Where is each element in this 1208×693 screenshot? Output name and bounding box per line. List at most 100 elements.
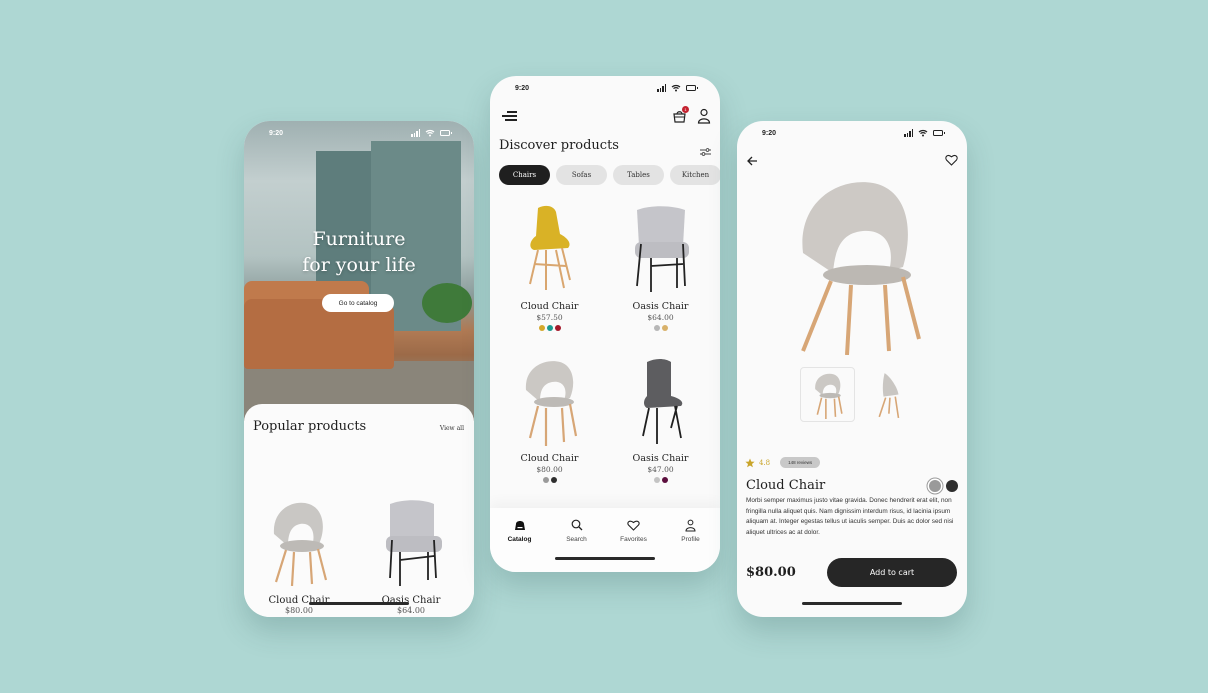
home-indicator [309,602,409,605]
profile-icon[interactable] [697,108,711,124]
thumbnail-gallery [800,367,918,422]
chip-tables[interactable]: Tables [613,165,664,185]
product-name: Oasis Chair [632,301,689,312]
hero-title: Furniture for your life [244,226,474,278]
product-price: $80.00 [536,465,563,474]
rating: 4.8 148 reviews [745,457,821,468]
product-card[interactable]: Cloud Chair $80.00 [244,494,354,615]
tab-label: Profile [681,536,700,543]
product-card[interactable]: Oasis Chair $64.00 [603,204,718,331]
category-chips: Chairs Sofas Tables Kitchen [499,165,720,185]
back-arrow-icon[interactable] [746,154,758,166]
hero-title-line1: Furniture [312,228,406,250]
signal-icon [657,84,666,92]
home-screen: 9:20 Furniture for your life Go to catal… [244,121,474,617]
signal-icon [411,129,420,137]
product-name: Cloud Chair [520,453,579,464]
color-option-dark[interactable] [946,480,958,492]
color-options [929,480,958,492]
menu-icon[interactable] [502,110,517,122]
add-to-cart-button[interactable]: Add to cart [827,558,957,587]
color-swatch[interactable] [653,477,660,483]
section-title: Popular products [253,419,367,434]
go-to-catalog-button[interactable]: Go to catalog [322,294,394,312]
view-all-link[interactable]: View all [440,425,464,432]
color-swatches [603,325,718,331]
product-main-image [801,182,921,355]
reviews-badge[interactable]: 148 reviews [780,457,821,468]
product-price: $57.50 [536,313,563,322]
catalog-screen: 9:20 1 Discover products Chairs Sofas Ta… [490,76,720,572]
battery-icon [686,85,698,91]
color-option-grey[interactable] [929,480,941,492]
chip-sofas[interactable]: Sofas [556,165,607,185]
product-card[interactable]: Cloud Chair $80.00 [492,356,607,483]
color-swatches [492,477,607,483]
product-card[interactable]: Cloud Chair $57.50 [492,204,607,331]
heart-icon [627,520,640,531]
product-price: $80.00 [746,565,796,580]
wifi-icon [425,129,435,137]
color-swatch[interactable] [538,325,545,331]
battery-icon [933,130,945,136]
home-indicator [802,602,902,605]
cart-icon[interactable]: 1 [673,106,689,123]
color-swatch[interactable] [542,477,549,483]
chip-chairs[interactable]: Chairs [499,165,550,185]
catalog-header: 1 [490,106,720,128]
popular-products-section: Popular products View all Cloud Chair $8… [244,404,474,617]
product-price: $47.00 [647,465,674,474]
product-detail-screen: 9:20 4.8 148 reviews Cloud Chair Morbi s… [737,121,967,617]
yellow-chair-image [528,205,571,290]
oasis-chair-image [634,206,689,292]
status-time: 9:20 [515,84,530,92]
tab-profile[interactable]: Profile [662,518,719,543]
color-swatches [603,477,718,483]
cart-badge: 1 [682,106,689,113]
product-description: Morbi semper maximus justo vitae gravida… [746,497,954,537]
tab-label: Catalog [507,536,532,543]
color-swatch[interactable] [546,325,553,331]
status-bar: 9:20 [244,121,474,145]
rating-value: 4.8 [759,458,771,467]
product-name: Cloud Chair [520,301,579,312]
page-title: Discover products [499,138,619,153]
status-time: 9:20 [762,129,777,137]
color-swatch[interactable] [550,477,557,483]
thumbnail-front[interactable] [800,367,855,422]
tab-search[interactable]: Search [548,518,605,543]
status-bar: 9:20 [737,121,967,145]
color-swatch[interactable] [661,325,668,331]
color-swatch[interactable] [554,325,561,331]
home-indicator [555,557,655,560]
product-name: Oasis Chair [632,453,689,464]
cloud-chair-image [525,361,577,446]
user-icon [685,519,696,531]
color-swatches [492,325,607,331]
color-swatch[interactable] [653,325,660,331]
wifi-icon [918,129,928,137]
bottom-tab-bar: Catalog Search Favorites Profile [490,508,720,572]
product-title: Cloud Chair [746,478,826,493]
tab-label: Favorites [620,536,647,543]
product-price: $80.00 [285,606,313,615]
chip-kitchen[interactable]: Kitchen [670,165,720,185]
search-icon [571,519,582,531]
hero-title-line2: for your life [302,254,416,276]
thumbnail-side[interactable] [863,367,918,422]
product-card[interactable]: Oasis Chair $47.00 [603,356,718,483]
product-price: $64.00 [397,606,425,615]
tab-favorites[interactable]: Favorites [605,518,662,543]
star-icon [745,458,755,467]
grey-chair-image [641,359,682,444]
status-time: 9:20 [269,129,284,137]
product-card[interactable]: Oasis Chair $64.00 [356,494,466,615]
cloud-chair-image [273,502,328,587]
filter-icon[interactable] [700,144,711,156]
favorite-heart-icon[interactable] [945,153,958,166]
oasis-chair-image [386,500,442,586]
signal-icon [904,129,913,137]
status-bar: 9:20 [490,76,720,100]
tab-catalog[interactable]: Catalog [491,518,548,543]
color-swatch[interactable] [661,477,668,483]
